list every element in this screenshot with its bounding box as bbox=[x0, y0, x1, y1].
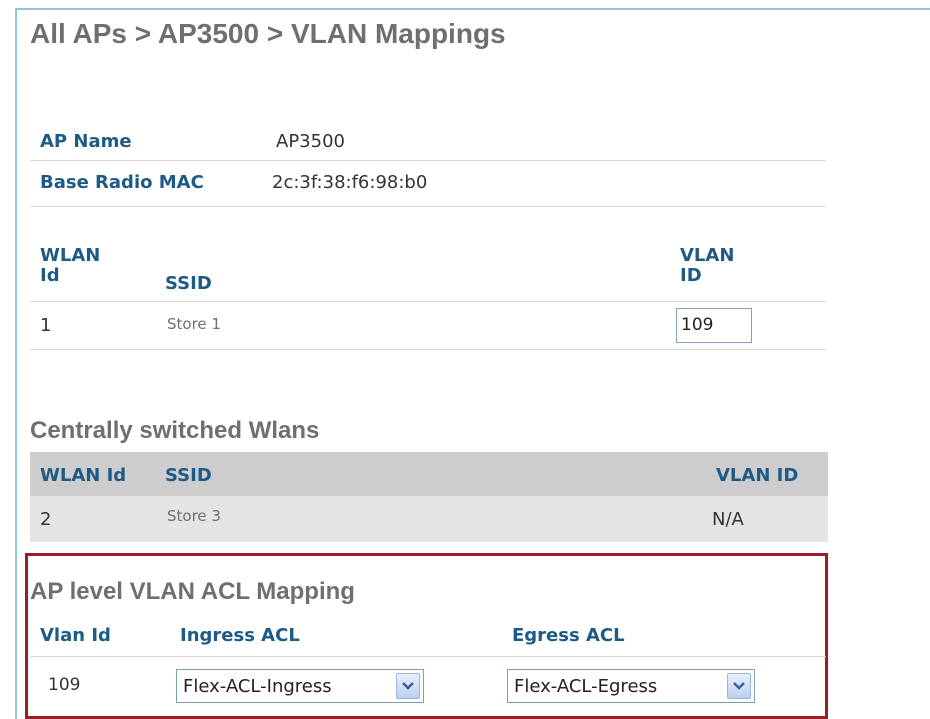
col-wlan-id-header: WLAN Id bbox=[40, 246, 100, 286]
wlan-id-cell: 1 bbox=[40, 315, 52, 336]
acl-col-ingress: Ingress ACL bbox=[180, 625, 300, 646]
central-vlan-id-cell: N/A bbox=[712, 509, 744, 530]
ingress-acl-select[interactable]: Flex-ACL-Ingress bbox=[176, 669, 424, 703]
ap-name-label: AP Name bbox=[40, 131, 132, 152]
central-ssid-cell: Store 3 bbox=[167, 507, 221, 525]
divider bbox=[30, 656, 826, 657]
acl-col-vlan-id: Vlan Id bbox=[40, 625, 111, 646]
central-col-vlan-id: VLAN ID bbox=[716, 465, 799, 486]
base-radio-mac-value: 2c:3f:38:f6:98:b0 bbox=[272, 172, 428, 193]
divider bbox=[30, 160, 826, 161]
col-ssid-header: SSID bbox=[165, 273, 212, 294]
breadcrumb: All APs > AP3500 > VLAN Mappings bbox=[30, 18, 506, 49]
col-wlan-line1: WLAN bbox=[40, 245, 101, 266]
ap-name-value: AP3500 bbox=[276, 131, 345, 152]
acl-section-title: AP level VLAN ACL Mapping bbox=[30, 578, 355, 605]
egress-acl-select[interactable]: Flex-ACL-Egress bbox=[507, 669, 755, 703]
acl-vlan-id-cell: 109 bbox=[48, 675, 81, 695]
divider bbox=[30, 349, 826, 350]
col-wlan-line2: Id bbox=[40, 265, 60, 286]
ingress-acl-selected: Flex-ACL-Ingress bbox=[183, 675, 332, 697]
col-vlan-line2: ID bbox=[680, 265, 702, 286]
central-col-ssid: SSID bbox=[165, 465, 212, 486]
col-vlan-id-header: VLAN ID bbox=[680, 246, 734, 286]
vlan-id-input[interactable]: 109 bbox=[676, 308, 752, 343]
central-table-header bbox=[30, 452, 828, 496]
acl-col-egress: Egress ACL bbox=[512, 625, 625, 646]
table-row bbox=[30, 496, 828, 542]
divider bbox=[30, 301, 826, 302]
chevron-down-icon[interactable] bbox=[727, 673, 751, 699]
col-vlan-line1: VLAN bbox=[680, 245, 735, 266]
central-wlan-id-cell: 2 bbox=[40, 509, 52, 530]
divider bbox=[30, 206, 826, 207]
chevron-down-icon[interactable] bbox=[396, 673, 420, 699]
egress-acl-selected: Flex-ACL-Egress bbox=[514, 675, 658, 697]
central-col-wlan-id: WLAN Id bbox=[40, 465, 127, 486]
central-section-title: Centrally switched Wlans bbox=[30, 417, 320, 444]
base-radio-mac-label: Base Radio MAC bbox=[40, 172, 204, 193]
ssid-cell: Store 1 bbox=[167, 315, 221, 333]
